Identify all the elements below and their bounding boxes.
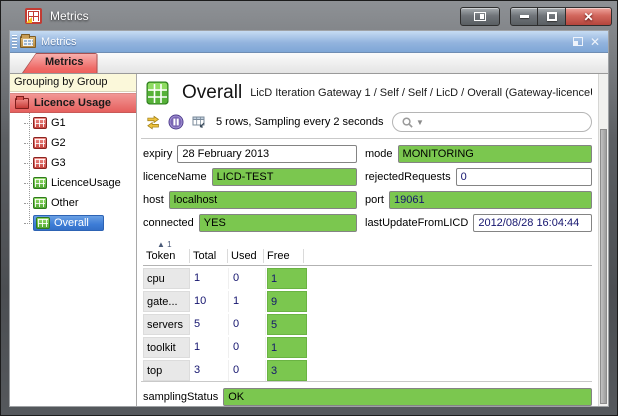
green-table-icon-large (143, 78, 173, 108)
sampling-status-text: 5 rows, Sampling every 2 seconds (216, 116, 384, 128)
field-rejected-requests: rejectedRequests 0 (365, 168, 592, 186)
red-table-icon (33, 157, 47, 169)
tree-root-licence-usage[interactable]: Licence Usage (10, 93, 136, 113)
last-update-value: 2012/08/28 16:04:44 (473, 214, 592, 232)
field-mode: mode MONITORING (365, 145, 592, 163)
field-port: port 19061 (365, 191, 592, 209)
field-host: host localhost (143, 191, 357, 209)
tab-metrics[interactable]: Metrics (22, 53, 98, 73)
chevron-down-icon: ▼ (416, 118, 424, 127)
column-header-free[interactable]: Free (264, 249, 304, 263)
minimize-icon (520, 15, 529, 18)
window-client-area: Metrics ✕ Metrics Grouping by Group Lice… (9, 30, 609, 407)
window-title: Metrics (50, 9, 89, 23)
table-row[interactable]: toolkit 1 0 1 (143, 337, 592, 358)
window-titlebar[interactable]: Metrics ✕ (1, 1, 617, 30)
tree-item-licenceusage[interactable]: LicenceUsage (10, 173, 136, 193)
field-last-update: lastUpdateFromLICD 2012/08/28 16:04:44 (365, 214, 592, 232)
green-table-icon (33, 197, 47, 209)
window: Metrics ✕ Metrics ✕ Metrics Grouping by (0, 0, 618, 416)
tree-item-g3[interactable]: G3 (10, 153, 136, 173)
sidebar: Grouping by Group Licence Usage G1 (10, 74, 137, 406)
group-tree: Licence Usage G1 G2 (10, 92, 136, 406)
table-row[interactable]: gate... 10 1 9 (143, 291, 592, 312)
window-extra-button[interactable] (460, 7, 500, 26)
main-panel: Overall LicD Iteration Gateway 1 / Self … (137, 74, 608, 406)
field-expiry: expiry 28 February 2013 (143, 145, 357, 163)
table-row[interactable]: servers 5 0 5 (143, 314, 592, 335)
close-icon: ✕ (583, 11, 593, 23)
search-input[interactable]: ▼ (392, 112, 592, 132)
app-icon (25, 8, 42, 24)
sampling-status-value: OK (223, 388, 592, 406)
red-table-icon (33, 117, 47, 129)
page-title: Overall (182, 82, 242, 104)
field-sampling-status: samplingStatus OK (141, 381, 592, 408)
connected-value: YES (199, 214, 357, 232)
column-header-used[interactable]: Used (228, 249, 264, 263)
inner-window-title: Metrics (41, 36, 76, 48)
inner-close-icon[interactable]: ✕ (590, 36, 600, 48)
table-header: Token Total Used Free (143, 249, 592, 266)
licence-name-value: LICD-TEST (212, 168, 357, 186)
minimize-button[interactable] (510, 7, 538, 26)
table-row[interactable]: cpu 1 0 1 (143, 268, 592, 289)
green-table-icon (33, 177, 47, 189)
column-header-total[interactable]: Total (190, 249, 228, 263)
field-connected: connected YES (143, 214, 357, 232)
tree-item-g2[interactable]: G2 (10, 133, 136, 153)
column-header-token[interactable]: Token (143, 249, 190, 263)
tree-item-overall[interactable]: Overall (10, 213, 136, 233)
red-table-icon (33, 137, 47, 149)
toolbar: 5 rows, Sampling every 2 seconds ▼ (141, 110, 592, 139)
tree-children: G1 G2 G3 (10, 113, 136, 233)
tree-item-g1[interactable]: G1 (10, 113, 136, 133)
drag-grip[interactable] (12, 35, 17, 49)
mode-value: MONITORING (398, 145, 592, 163)
selected-tree-item: Overall (33, 215, 104, 231)
rejected-requests-value: 0 (456, 168, 592, 186)
search-icon (401, 116, 414, 129)
tab-bar: Metrics (10, 53, 608, 74)
sort-indicator: ▲ 1 (157, 240, 172, 249)
scrollbar-thumb[interactable] (600, 129, 607, 404)
inner-restore-icon[interactable] (573, 37, 583, 46)
tab-metrics-label: Metrics (23, 54, 97, 73)
windows-icon (474, 12, 486, 21)
red-folder-icon (15, 98, 29, 109)
expiry-value: 28 February 2013 (177, 145, 357, 163)
tree-item-other[interactable]: Other (10, 193, 136, 213)
metrics-folder-icon (20, 36, 36, 48)
port-value: 19061 (389, 191, 592, 209)
panel-header: Overall LicD Iteration Gateway 1 / Self … (141, 74, 592, 110)
window-controls: ✕ (460, 7, 612, 26)
exchange-arrows-button[interactable] (145, 114, 161, 130)
vertical-scrollbar[interactable] (598, 74, 608, 406)
green-table-icon (36, 217, 50, 229)
maximize-icon (547, 12, 557, 21)
inner-window-controls: ✕ (573, 36, 600, 48)
host-value: localhost (169, 191, 357, 209)
pause-button[interactable] (168, 114, 184, 130)
inner-window-titlebar[interactable]: Metrics ✕ (10, 31, 608, 53)
grouping-header: Grouping by Group (10, 74, 136, 92)
table-layout-button[interactable] (191, 114, 207, 130)
token-table: ▲ 1 Token Total Used Free cpu 1 0 1 (141, 240, 592, 381)
metrics-form: expiry 28 February 2013 mode MONITORING … (141, 139, 592, 232)
page-subtitle: LicD Iteration Gateway 1 / Self / Self /… (250, 87, 592, 99)
content-area: Grouping by Group Licence Usage G1 (10, 74, 608, 406)
field-licence-name: licenceName LICD-TEST (143, 168, 357, 186)
table-row[interactable]: top 3 0 3 (143, 360, 592, 381)
close-button[interactable]: ✕ (566, 7, 612, 26)
maximize-button[interactable] (538, 7, 566, 26)
